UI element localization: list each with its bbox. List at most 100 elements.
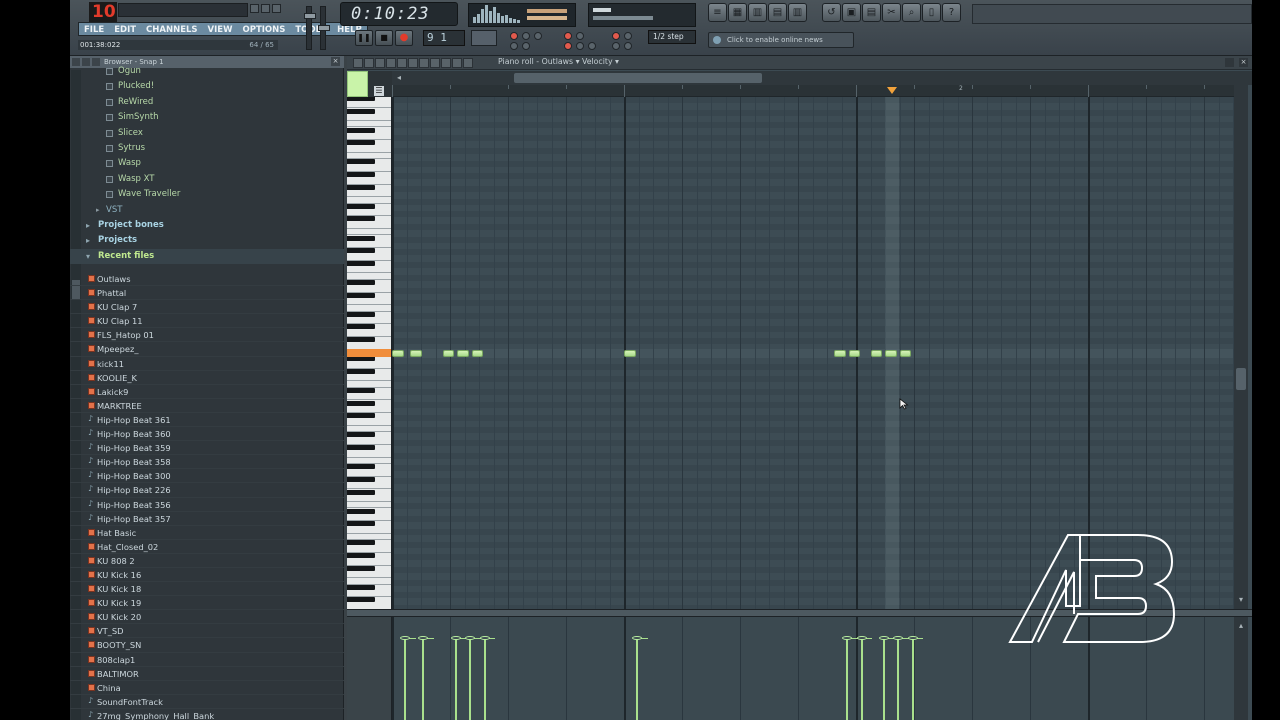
black-key[interactable] (347, 97, 375, 101)
velocity-handle[interactable] (465, 636, 476, 640)
recent-file-item[interactable]: Phattal (70, 286, 344, 301)
note[interactable] (410, 350, 422, 357)
record-option-icon[interactable] (576, 42, 584, 50)
recent-file-item[interactable]: FLS_Hatop 01 (70, 328, 344, 343)
black-key[interactable] (347, 584, 375, 590)
browser-icon[interactable]: ▤ (768, 3, 787, 22)
online-news-panel[interactable]: Click to enable online news (708, 32, 854, 48)
black-key[interactable] (347, 464, 375, 470)
recent-file-item[interactable]: VT_SD (70, 624, 344, 639)
undo-icon[interactable]: ↺ (822, 3, 841, 22)
velocity-handle[interactable] (450, 636, 461, 640)
recent-file-item[interactable]: KU Kick 19 (70, 596, 344, 611)
time-display[interactable]: 0:10:23 (340, 2, 458, 26)
scroll-left-icon[interactable]: ◂ (394, 73, 404, 83)
recent-file-item[interactable]: BOOTY_SN (70, 638, 344, 653)
search-icon[interactable]: ⌕ (902, 3, 921, 22)
slice-tool-icon[interactable] (430, 58, 440, 68)
velocity-bar[interactable] (454, 638, 457, 720)
velocity-bar[interactable] (422, 638, 425, 720)
folder-projects[interactable]: ▸ Projects (70, 233, 344, 248)
black-key[interactable] (347, 324, 375, 330)
master-pitch-knob[interactable] (318, 25, 330, 31)
magnet-icon[interactable] (364, 58, 374, 68)
generator-item[interactable]: Wave Traveller (70, 187, 344, 202)
event-scrollbar[interactable]: ▴ (1234, 617, 1248, 720)
note[interactable] (848, 350, 861, 357)
black-key[interactable] (347, 565, 375, 571)
recent-file-item[interactable]: 808clap1 (70, 653, 344, 667)
recent-file-item[interactable]: China (70, 681, 344, 695)
dock-icon[interactable] (1225, 58, 1234, 67)
delete-tool-icon[interactable] (408, 58, 418, 68)
velocity-bar[interactable] (404, 638, 406, 720)
playhead-marker-icon[interactable] (887, 87, 898, 94)
generator-item[interactable]: Sytrus (70, 141, 344, 156)
recent-file-item[interactable]: ♪ SoundFontTrack (70, 695, 344, 709)
recent-file-item[interactable]: Lakick9 (70, 385, 344, 399)
recent-file-item[interactable]: KU 808 2 (70, 554, 344, 568)
recent-file-item[interactable]: Hat Basic (70, 526, 344, 540)
menu-options[interactable]: OPTIONS (237, 23, 290, 35)
recent-file-item[interactable]: ♪ Hip-Hop Beat 357 (70, 512, 344, 526)
recent-file-item[interactable]: ♪ Hip-Hop Beat 226 (70, 483, 344, 498)
black-key[interactable] (347, 553, 375, 559)
black-key[interactable] (347, 203, 375, 209)
record-button[interactable]: ● (395, 30, 413, 46)
recent-file-item[interactable]: KU Kick 16 (70, 568, 344, 583)
pause-button[interactable]: ❚❚ (355, 30, 373, 46)
document-icon[interactable]: ▯ (922, 3, 941, 22)
playlist-icon[interactable]: ≡ (708, 3, 727, 22)
black-key[interactable] (347, 521, 375, 527)
generator-item[interactable]: Plucked! (70, 79, 344, 94)
black-key[interactable] (347, 235, 375, 241)
recent-file-item[interactable]: KOOLIE_K (70, 371, 344, 385)
velocity-bar[interactable] (897, 638, 899, 720)
chop-icon[interactable] (375, 58, 385, 68)
vertical-scrollbar[interactable]: ▾ (1234, 71, 1248, 609)
recent-file-item[interactable]: Mpeepez_ (70, 342, 344, 357)
vertical-scroll-thumb[interactable] (1236, 368, 1246, 390)
folder-recent-files[interactable]: ▾ Recent files (70, 248, 344, 265)
record-option-icon[interactable] (522, 42, 530, 50)
paint-tool-icon[interactable] (397, 58, 407, 68)
draw-tool-icon[interactable] (386, 58, 396, 68)
black-key[interactable] (347, 248, 375, 254)
note[interactable] (834, 350, 846, 357)
record-option-icon[interactable] (564, 42, 572, 50)
velocity-handle[interactable] (632, 636, 642, 640)
time-ruler[interactable]: 2 (392, 85, 1234, 97)
black-key[interactable] (347, 216, 375, 222)
vst-folder[interactable]: ▸ VST (70, 203, 344, 218)
generator-item[interactable]: Wasp (70, 156, 344, 171)
velocity-handle[interactable] (907, 636, 918, 640)
recent-file-item[interactable]: KU Kick 18 (70, 582, 344, 597)
black-key[interactable] (347, 159, 375, 165)
recent-file-item[interactable]: ♪ Hip-Hop Beat 360 (70, 427, 344, 442)
note[interactable] (457, 350, 469, 357)
channel-color-swatch[interactable] (347, 71, 368, 97)
recent-file-item[interactable]: MARKTREE (70, 399, 344, 413)
mixer-icon[interactable]: ▥ (788, 3, 807, 22)
note[interactable] (624, 350, 636, 357)
note[interactable] (442, 350, 455, 357)
snap-selector[interactable]: 1/2 step (648, 30, 696, 44)
black-key[interactable] (347, 432, 375, 438)
black-key[interactable] (347, 597, 375, 603)
piano-roll-title[interactable]: Piano roll - Outlaws ▾ Velocity ▾ (498, 57, 619, 66)
folder-project-bones[interactable]: ▸ Project bones (70, 218, 344, 233)
velocity-bar[interactable] (882, 638, 885, 720)
velocity-bar[interactable] (860, 638, 863, 720)
help-icon[interactable]: ? (942, 3, 961, 22)
horizontal-scrollbar[interactable]: ◂ (392, 71, 1252, 85)
velocity-bar[interactable] (469, 638, 472, 720)
scroll-down-icon[interactable]: ▾ (1236, 595, 1246, 605)
active-key[interactable] (347, 349, 391, 357)
velocity-bar[interactable] (636, 638, 638, 720)
velocity-bar[interactable] (846, 638, 849, 720)
recent-file-item[interactable]: ♪ 27mg_Symphony_Hall_Bank (70, 709, 344, 720)
generator-item[interactable]: ReWired (70, 95, 344, 110)
black-key[interactable] (347, 540, 375, 546)
black-key[interactable] (347, 445, 375, 451)
velocity-handle[interactable] (893, 636, 903, 640)
